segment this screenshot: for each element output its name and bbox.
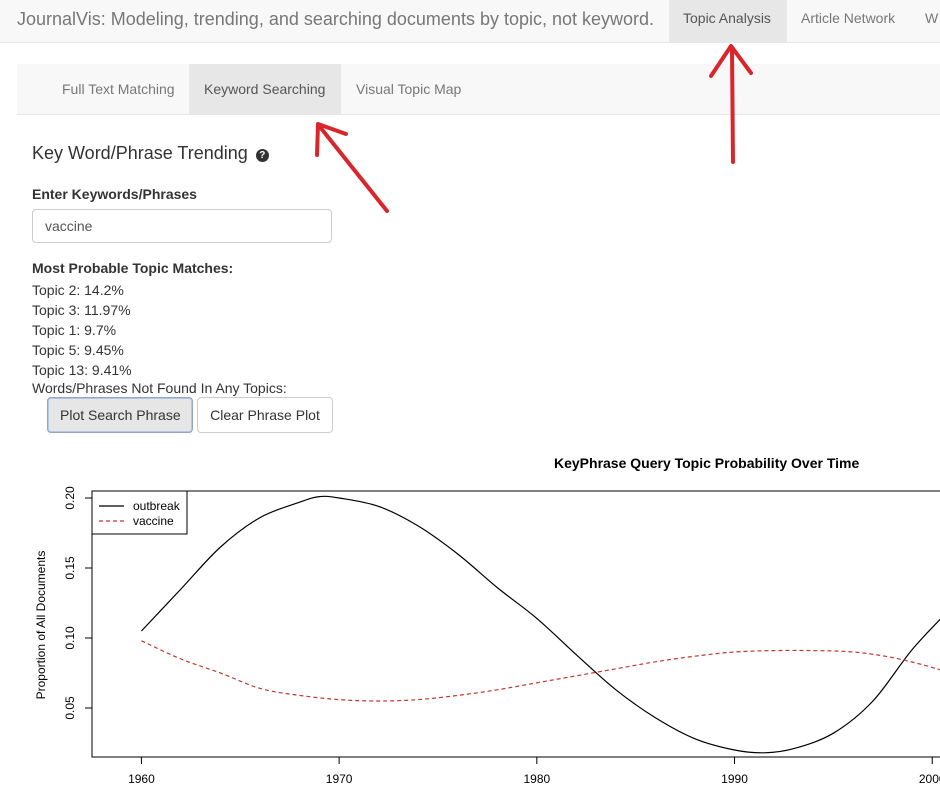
tab-full-text-matching[interactable]: Full Text Matching <box>47 64 190 114</box>
topic-match-item: Topic 3: 11.97% <box>32 302 131 318</box>
topic-probability-chart: Proportion of All Documents 1960 1970 1980… <box>34 486 940 786</box>
y-axis-label: Proportion of All Documents <box>34 551 48 700</box>
section-title-text: Key Word/Phrase Trending <box>32 143 248 163</box>
top-navbar: JournalVis: Modeling, trending, and sear… <box>0 0 940 43</box>
keywords-input[interactable] <box>32 209 332 243</box>
topic-matches-list: Topic 2: 14.2% Topic 3: 11.97% Topic 1: … <box>32 280 132 380</box>
nav-tab-topic-analysis[interactable]: Topic Analysis <box>669 0 787 42</box>
series-line-outbreak <box>140 495 940 754</box>
y-tick-label: 0.20 <box>63 486 77 510</box>
legend-label-outbreak: outbreak <box>133 499 181 513</box>
not-found-label: Words/Phrases Not Found In Any Topics: <box>32 380 287 396</box>
x-tick-label: 1990 <box>721 772 748 786</box>
section-title: Key Word/Phrase Trending ? <box>32 143 269 164</box>
x-tick-label: 1980 <box>523 772 550 786</box>
y-tick-label: 0.05 <box>63 696 77 720</box>
app-brand-title[interactable]: JournalVis: Modeling, trending, and sear… <box>17 9 654 30</box>
y-tick-label: 0.10 <box>63 626 77 650</box>
nav-tab-article-network[interactable]: Article Network <box>787 0 911 42</box>
keywords-label: Enter Keywords/Phrases <box>32 186 197 202</box>
plot-frame <box>91 490 940 758</box>
x-tick-label: 1970 <box>326 772 353 786</box>
arrow-diagonal-head-icon <box>315 122 348 157</box>
nav-tab-truncated[interactable]: W <box>911 0 940 42</box>
tab-keyword-searching[interactable]: Keyword Searching <box>189 64 341 114</box>
x-tick-label: 2000 <box>919 772 940 786</box>
x-tick-label: 1960 <box>128 772 155 786</box>
chart-title: KeyPhrase Query Topic Probability Over T… <box>554 455 860 471</box>
clear-phrase-plot-button[interactable]: Clear Phrase Plot <box>197 397 333 433</box>
subnav-tabs: Full Text Matching Keyword Searching Vis… <box>17 64 940 115</box>
arrow-diagonal-icon <box>318 125 389 213</box>
topic-match-item: Topic 5: 9.45% <box>32 342 124 358</box>
legend-label-vaccine: vaccine <box>133 514 174 528</box>
topic-match-item: Topic 13: 9.41% <box>32 362 132 378</box>
topic-match-item: Topic 2: 14.2% <box>32 282 124 298</box>
topic-matches-title: Most Probable Topic Matches: <box>32 260 234 276</box>
series-line-vaccine <box>141 640 940 702</box>
tab-visual-topic-map[interactable]: Visual Topic Map <box>341 64 476 114</box>
question-circle-icon[interactable]: ? <box>255 149 269 162</box>
y-tick-label: 0.15 <box>63 556 77 580</box>
topic-match-item: Topic 1: 9.7% <box>32 322 117 338</box>
plot-search-phrase-button[interactable]: Plot Search Phrase <box>47 397 193 433</box>
